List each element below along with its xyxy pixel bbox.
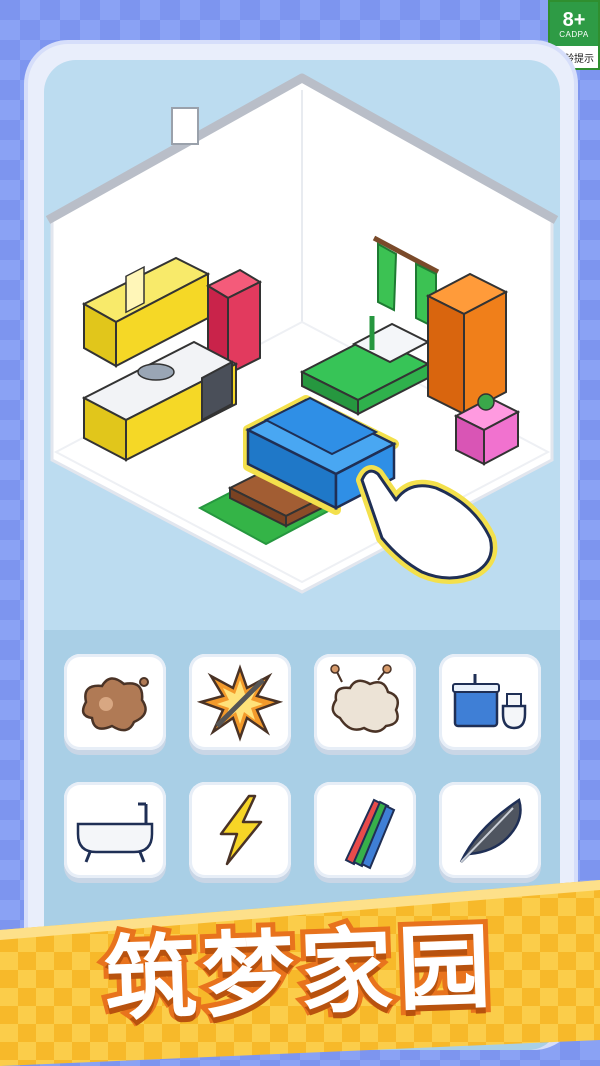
chimney [171,107,199,145]
bathroom-sink-toilet-icon [452,674,527,730]
dust-cloud-icon [330,664,399,733]
stain-icon [81,677,149,732]
tool-bathroom-fixtures[interactable] [439,654,541,750]
age-number: 8+ [562,8,586,31]
room-scene [45,73,559,594]
tool-crack[interactable] [189,654,291,750]
tool-stain[interactable] [64,654,166,750]
title-area: 筑梦家园 [0,895,600,1039]
tool-bathtub[interactable] [64,782,166,878]
tool-feather[interactable] [439,782,541,878]
game-title: 筑梦家园 [98,908,504,1039]
lightning-icon [219,794,263,866]
tool-dust[interactable] [314,654,416,750]
tool-lightning[interactable] [189,782,291,878]
crack-icon [197,664,283,742]
pencils-icon [344,798,396,870]
tool-pencils[interactable] [314,782,416,878]
feather-icon [459,798,522,863]
bathtub-icon [76,802,154,863]
age-org: CADPA [559,29,589,39]
wardrobe [425,272,509,416]
